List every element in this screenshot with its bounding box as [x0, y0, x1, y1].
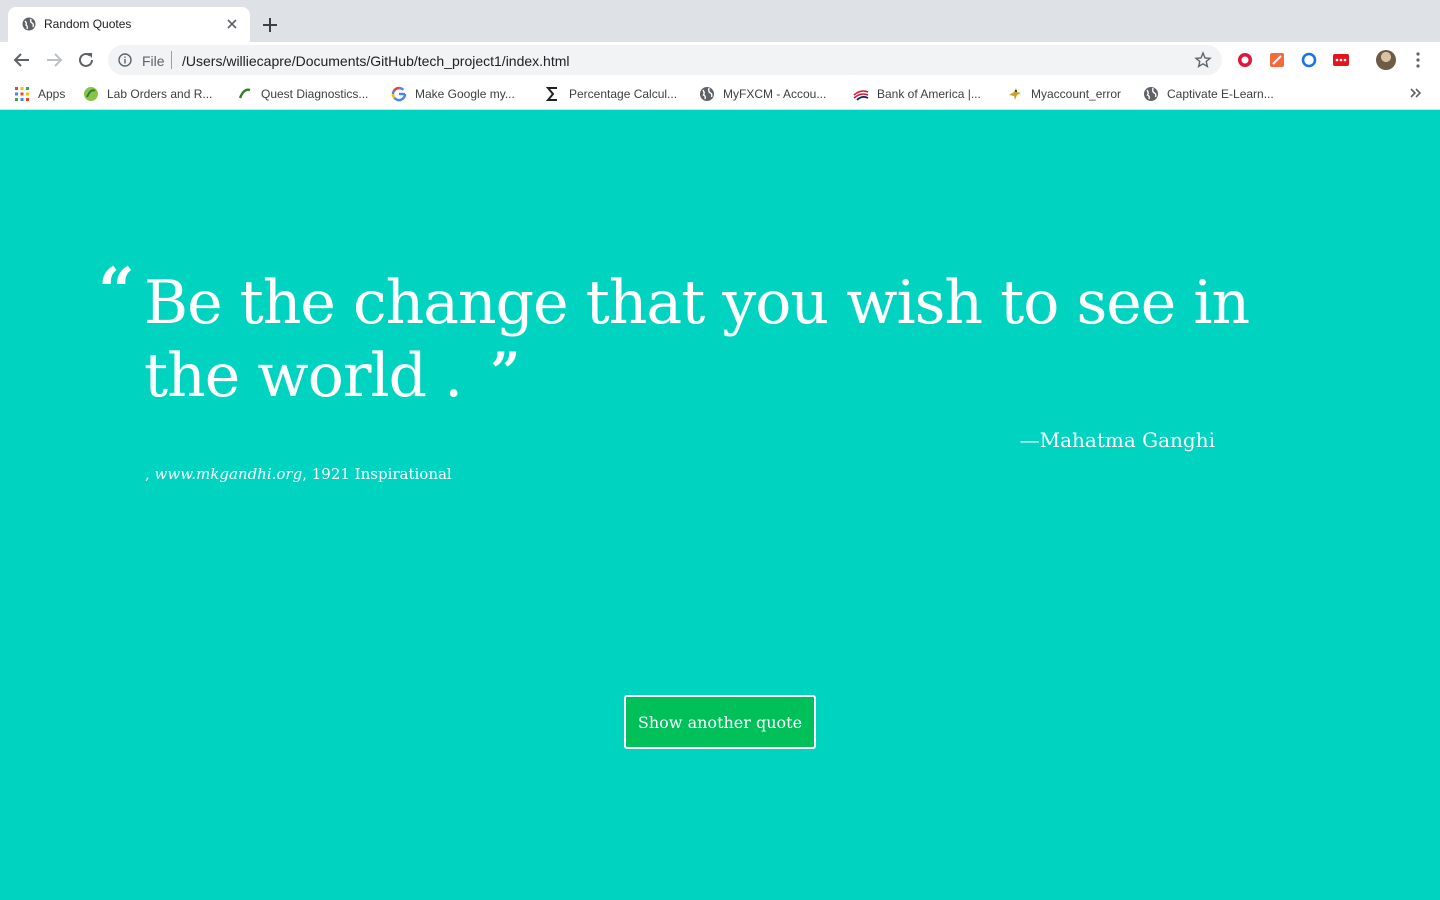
bookmark-label: Myaccount_error: [1031, 87, 1122, 101]
browser-toolbar: File /Users/williecapre/Documents/GitHub…: [0, 42, 1440, 78]
quote-page: “ Be the change that you wish to see in …: [0, 110, 1440, 900]
globe-icon: [700, 87, 714, 101]
chevron-double-right-icon[interactable]: [1408, 85, 1424, 101]
bookmark-label: Lab Orders and R...: [107, 87, 213, 101]
show-another-quote-button[interactable]: Show another quote: [624, 695, 816, 749]
quest-leaf-icon: [84, 87, 98, 101]
bookmark-captivate[interactable]: Captivate E-Learn...: [1143, 84, 1274, 104]
open-quote-mark: “: [98, 254, 135, 329]
bookmark-quest-diagnostics[interactable]: Quest Diagnostics...: [237, 84, 368, 104]
bookmark-myfxcm[interactable]: MyFXCM - Accou...: [699, 84, 826, 104]
bookmark-percentage-calc[interactable]: Percentage Calcul...: [545, 84, 677, 104]
quest-leaf-icon: [238, 88, 251, 100]
back-arrow-icon[interactable]: [12, 50, 32, 70]
bookmarks-bar: Apps Lab Orders and R... Quest Diagnosti…: [0, 78, 1440, 110]
bookmark-label: Captivate E-Learn...: [1167, 87, 1274, 101]
info-icon[interactable]: [118, 53, 132, 67]
close-quote-mark: ”: [490, 342, 520, 403]
bookmark-label: MyFXCM - Accou...: [723, 87, 827, 101]
profile-avatar[interactable]: [1376, 50, 1396, 70]
browser-tab[interactable]: Random Quotes: [8, 7, 250, 42]
new-tab-plus-icon[interactable]: [260, 15, 280, 35]
bookmark-myaccount-error[interactable]: Myaccount_error: [1007, 84, 1121, 104]
quote-text-block: Be the change that you wish to see in th…: [144, 268, 1264, 411]
close-tab-icon[interactable]: [224, 16, 240, 32]
bookmark-label: Apps: [38, 87, 66, 101]
extension-red-o-icon[interactable]: [1237, 52, 1253, 68]
quote-citation: , www.mkgandhi.org, 1921 Inspirational: [145, 465, 452, 483]
forward-arrow-icon[interactable]: [44, 50, 64, 70]
citation-prefix: ,: [145, 465, 155, 483]
bookmark-label: Bank of America |...: [877, 87, 981, 101]
url-text[interactable]: /Users/williecapre/Documents/GitHub/tech…: [182, 53, 570, 69]
tab-strip: Random Quotes: [0, 0, 1440, 42]
url-scheme-label: File: [142, 53, 165, 69]
bookmark-make-google[interactable]: Make Google my...: [391, 84, 515, 104]
bofa-icon: [853, 90, 869, 101]
globe-icon: [1144, 87, 1158, 101]
bookmark-star-icon[interactable]: [1194, 51, 1212, 69]
bookmark-label: Percentage Calcul...: [569, 87, 678, 101]
kebab-menu-icon[interactable]: [1410, 51, 1426, 69]
bookmark-label: Quest Diagnostics...: [261, 87, 369, 101]
citation-suffix: , 1921 Inspirational: [302, 465, 452, 483]
url-divider: [171, 51, 172, 69]
globe-icon: [22, 17, 36, 31]
apps-grid-icon: [15, 87, 29, 101]
extension-blue-ring-icon[interactable]: [1301, 52, 1317, 68]
bird-icon: [1009, 88, 1021, 100]
reload-icon[interactable]: [76, 50, 96, 70]
sigma-icon: [545, 87, 557, 101]
extension-orange-icon[interactable]: [1269, 52, 1285, 68]
google-icon: [391, 86, 407, 102]
bookmark-bank-of-america[interactable]: Bank of America |...: [853, 84, 981, 104]
bookmark-label: Make Google my...: [415, 87, 515, 101]
tab-title: Random Quotes: [44, 17, 132, 31]
quote-author: —Mahatma Ganghi: [1019, 428, 1215, 452]
extension-red-dots-icon[interactable]: [1333, 52, 1349, 68]
citation-source: www.mkgandhi.org: [154, 465, 303, 483]
address-bar[interactable]: File /Users/williecapre/Documents/GitHub…: [108, 45, 1222, 75]
quote-text: Be the change that you wish to see in th…: [144, 268, 1250, 411]
bookmark-lab-orders[interactable]: Lab Orders and R...: [83, 84, 212, 104]
bookmark-apps[interactable]: Apps: [14, 84, 65, 104]
